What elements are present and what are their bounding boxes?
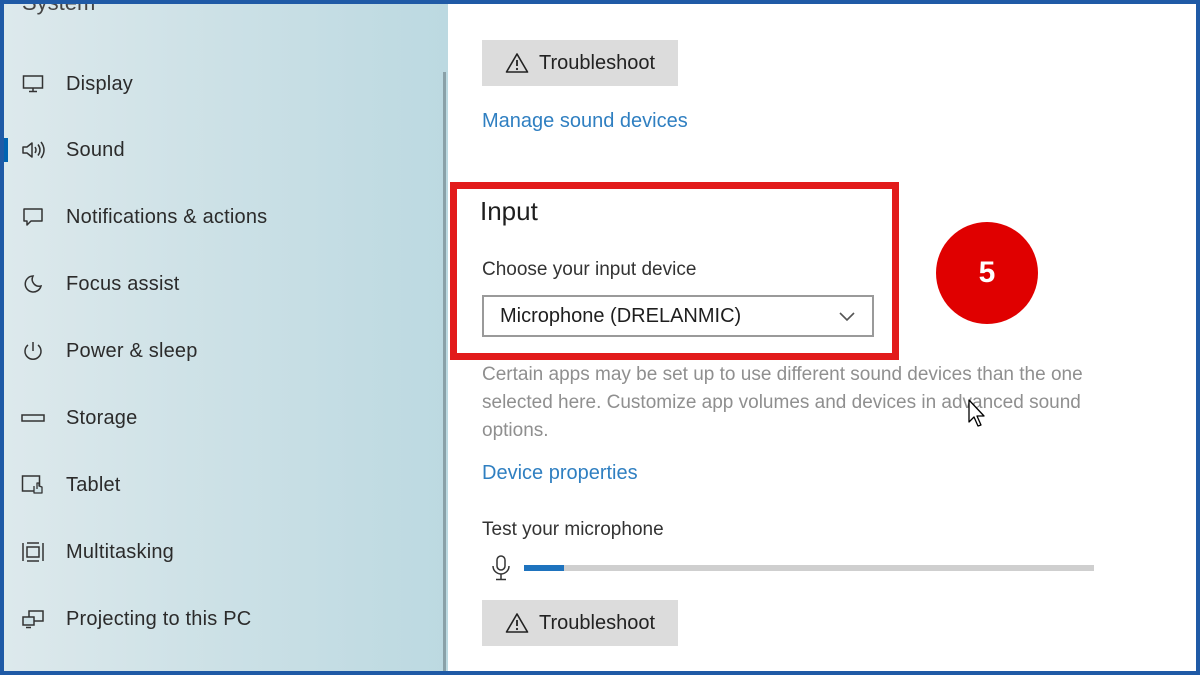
step-highlight-box	[450, 182, 899, 360]
moon-icon	[20, 271, 46, 297]
storage-icon	[20, 405, 46, 431]
device-properties-link[interactable]: Device properties	[482, 462, 638, 485]
sidebar-item-power-sleep[interactable]: Power & sleep	[4, 327, 434, 375]
speaker-icon	[20, 137, 46, 163]
sidebar-item-label: Sound	[66, 138, 125, 161]
projecting-icon	[20, 606, 46, 632]
sidebar-item-display[interactable]: Display	[4, 60, 434, 108]
step-number-badge: 5	[936, 222, 1038, 324]
sidebar-item-label: Notifications & actions	[66, 205, 268, 228]
sidebar-item-label: Power & sleep	[66, 339, 198, 362]
sidebar-item-label: Focus assist	[66, 272, 180, 295]
sidebar-item-label: Projecting to this PC	[66, 607, 252, 630]
sidebar-item-focus-assist[interactable]: Focus assist	[4, 260, 434, 308]
sidebar-item-tablet[interactable]: Tablet	[4, 461, 434, 509]
display-icon	[20, 71, 46, 97]
warning-icon	[505, 53, 529, 73]
microphone-level-meter	[524, 565, 1094, 571]
power-icon	[20, 338, 46, 364]
button-label: Troubleshoot	[539, 51, 655, 74]
sidebar-item-multitasking[interactable]: Multitasking	[4, 528, 434, 576]
button-label: Troubleshoot	[539, 611, 655, 634]
sidebar-item-label: Tablet	[66, 473, 121, 496]
sidebar-item-sound[interactable]: Sound	[4, 126, 434, 174]
settings-sidebar: System Display Sound Notifications & act…	[4, 4, 448, 671]
sidebar-item-label: Storage	[66, 406, 138, 429]
sidebar-item-projecting[interactable]: Projecting to this PC	[4, 595, 434, 643]
output-troubleshoot-button[interactable]: Troubleshoot	[482, 40, 678, 86]
sidebar-item-label: Display	[66, 72, 133, 95]
notification-icon	[20, 204, 46, 230]
warning-icon	[505, 613, 529, 633]
multitasking-icon	[20, 539, 46, 565]
manage-sound-devices-link[interactable]: Manage sound devices	[482, 110, 688, 133]
sidebar-scrollbar[interactable]	[443, 72, 446, 671]
input-description: Certain apps may be set up to use differ…	[482, 364, 1083, 441]
sidebar-item-label: Multitasking	[66, 540, 174, 563]
tablet-icon	[20, 472, 46, 498]
mouse-cursor-icon	[968, 399, 985, 427]
input-troubleshoot-button[interactable]: Troubleshoot	[482, 600, 678, 646]
sidebar-header: System	[22, 4, 95, 16]
microphone-level-fill	[524, 565, 564, 571]
sidebar-item-notifications[interactable]: Notifications & actions	[4, 193, 434, 241]
microphone-icon	[492, 555, 510, 581]
test-microphone-label: Test your microphone	[482, 519, 664, 540]
sidebar-item-storage[interactable]: Storage	[4, 394, 434, 442]
